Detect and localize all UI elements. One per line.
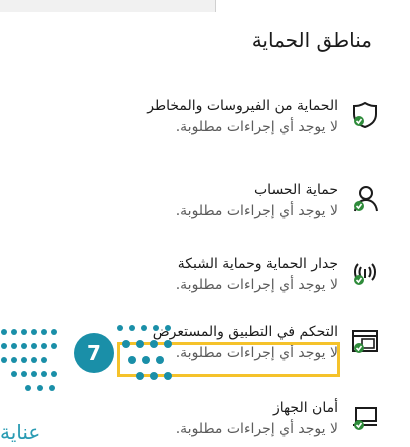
virus-shield-icon [350, 100, 380, 130]
item-status: لا يوجد أي إجراءات مطلوبة. [175, 421, 338, 437]
app-browser-control-icon [350, 326, 380, 356]
device-security-icon [350, 402, 380, 432]
item-status: لا يوجد أي إجراءات مطلوبة. [175, 203, 338, 219]
item-title[interactable]: الحماية من الفيروسات والمخاطر [147, 96, 338, 116]
list-item-virus-protection[interactable]: الحماية من الفيروسات والمخاطر لا يوجد أي… [40, 96, 380, 144]
left-pane-strip [0, 0, 215, 12]
item-title[interactable]: حماية الحساب [176, 180, 338, 200]
item-title[interactable]: جدار الحماية وحماية الشبكة [176, 254, 338, 274]
list-item-device-security[interactable]: أمان الجهاز لا يوجد أي إجراءات مطلوبة. [40, 398, 380, 446]
step-badge: 7 [74, 333, 114, 373]
pane-divider [215, 0, 216, 12]
window-top-bar [0, 0, 410, 12]
footer-fragment-text: عناية [0, 420, 41, 444]
list-item-firewall[interactable]: جدار الحماية وحماية الشبكة لا يوجد أي إج… [40, 254, 380, 302]
firewall-network-icon [350, 258, 380, 288]
item-status: لا يوجد أي إجراءات مطلوبة. [175, 277, 338, 293]
list-item-account-protection[interactable]: حماية الحساب لا يوجد أي إجراءات مطلوبة. [40, 180, 380, 228]
item-status: لا يوجد أي إجراءات مطلوبة. [175, 119, 338, 135]
page-title: مناطق الحماية [251, 28, 372, 52]
account-protection-icon [350, 184, 380, 214]
item-title[interactable]: أمان الجهاز [176, 398, 338, 418]
